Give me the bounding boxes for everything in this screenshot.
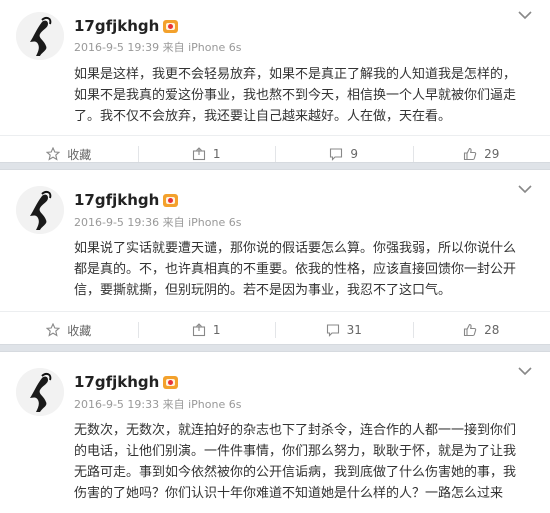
username-row: 17gfjkhgh bbox=[74, 373, 179, 391]
like-button[interactable]: 28 bbox=[412, 312, 550, 348]
post-meta: 2016-9-5 19:36 来自 iPhone 6s bbox=[74, 216, 242, 229]
share-button[interactable]: 1 bbox=[137, 136, 276, 172]
vip-badge-icon bbox=[163, 19, 179, 33]
share-icon bbox=[192, 147, 205, 161]
comment-icon bbox=[330, 148, 343, 161]
post-3: 17gfjkhgh 2016-9-5 19:33 来自 iPhone 6s 无数… bbox=[0, 352, 550, 513]
comment-icon bbox=[326, 324, 339, 337]
username[interactable]: 17gfjkhgh bbox=[74, 191, 159, 209]
username-row: 17gfjkhgh bbox=[74, 191, 179, 209]
post-2: 17gfjkhgh 2016-9-5 19:36 来自 iPhone 6s 如果… bbox=[0, 170, 550, 344]
post-text: 如果是这样，我更不会轻易放弃，如果不是真正了解我的人知道我是怎样的，如果不是我真… bbox=[74, 67, 517, 124]
avatar-image bbox=[16, 368, 64, 416]
avatar-image bbox=[16, 12, 64, 60]
avatar[interactable] bbox=[16, 368, 64, 416]
action-bar: 收藏 1 9 29 bbox=[0, 135, 550, 172]
vip-badge-icon bbox=[163, 193, 179, 207]
post-meta: 2016-9-5 19:33 来自 iPhone 6s bbox=[74, 398, 242, 411]
like-count: 29 bbox=[484, 147, 500, 161]
share-count: 1 bbox=[212, 147, 221, 161]
username[interactable]: 17gfjkhgh bbox=[74, 373, 159, 391]
avatar[interactable] bbox=[16, 186, 64, 234]
star-icon bbox=[46, 147, 61, 161]
post-header: 17gfjkhgh 2016-9-5 19:39 来自 iPhone 6s bbox=[0, 0, 550, 60]
like-button[interactable]: 29 bbox=[412, 136, 550, 172]
comment-count: 31 bbox=[346, 323, 362, 337]
like-icon bbox=[464, 147, 477, 161]
share-count: 1 bbox=[212, 323, 221, 337]
chevron-down-icon bbox=[518, 367, 532, 376]
like-count: 28 bbox=[484, 323, 500, 337]
star-icon bbox=[46, 323, 61, 337]
comment-count: 9 bbox=[350, 147, 359, 161]
post-header: 17gfjkhgh 2016-9-5 19:33 来自 iPhone 6s bbox=[0, 352, 550, 416]
like-icon bbox=[464, 323, 477, 337]
post-menu-button[interactable] bbox=[516, 364, 534, 378]
action-bar: 收藏 1 31 28 bbox=[0, 311, 550, 348]
share-button[interactable]: 1 bbox=[137, 312, 276, 348]
favorite-button[interactable]: 收藏 bbox=[0, 312, 138, 348]
post-1: 17gfjkhgh 2016-9-5 19:39 来自 iPhone 6s 如果… bbox=[0, 0, 550, 162]
post-text: 无数次，无数次，就连拍好的杂志也下了封杀令，连合作的人都一一接到你们的电话，让他… bbox=[74, 423, 517, 501]
post-menu-button[interactable] bbox=[516, 182, 534, 196]
share-icon bbox=[192, 323, 205, 337]
username-row: 17gfjkhgh bbox=[74, 17, 179, 35]
post-menu-button[interactable] bbox=[516, 8, 534, 22]
chevron-down-icon bbox=[518, 185, 532, 194]
post-header: 17gfjkhgh 2016-9-5 19:36 来自 iPhone 6s bbox=[0, 170, 550, 234]
chevron-down-icon bbox=[518, 11, 532, 20]
comment-button[interactable]: 9 bbox=[275, 136, 413, 172]
avatar[interactable] bbox=[16, 12, 64, 60]
username[interactable]: 17gfjkhgh bbox=[74, 17, 159, 35]
favorite-label: 收藏 bbox=[67, 147, 92, 162]
favorite-button[interactable]: 收藏 bbox=[0, 136, 138, 172]
comment-button[interactable]: 31 bbox=[275, 312, 413, 348]
favorite-label: 收藏 bbox=[67, 323, 92, 338]
avatar-image bbox=[16, 186, 64, 234]
post-meta: 2016-9-5 19:39 来自 iPhone 6s bbox=[74, 41, 242, 54]
post-text: 如果说了实话就要遭天谴，那你说的假话要怎么算。你强我弱，所以你说什么都是真的。不… bbox=[74, 241, 517, 298]
vip-badge-icon bbox=[163, 375, 179, 389]
